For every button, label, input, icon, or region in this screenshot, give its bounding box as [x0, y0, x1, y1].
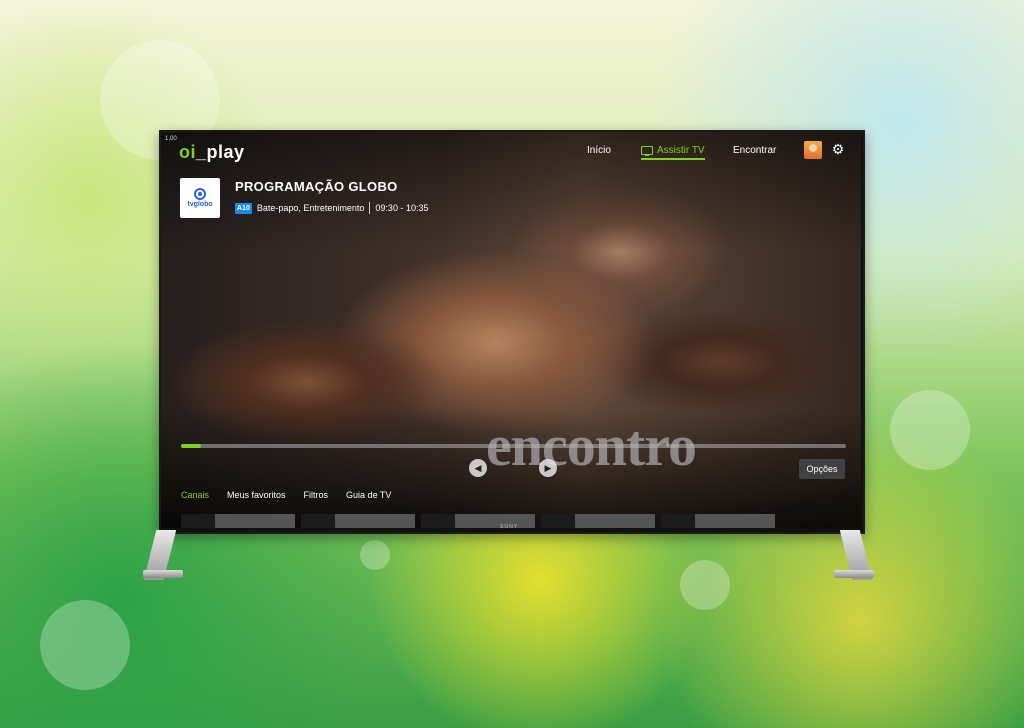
- thumbnail-image: [455, 514, 535, 528]
- tab-canais[interactable]: Canais: [181, 490, 209, 500]
- program-title: PROGRAMAÇÃO GLOBO: [235, 179, 398, 194]
- previous-button[interactable]: ◀: [469, 459, 487, 477]
- corner-tag: 1.00: [165, 136, 177, 142]
- program-genres: Bate-papo, Entretenimento: [256, 203, 365, 213]
- thumbnail-logo: [661, 514, 695, 528]
- bokeh-circle: [890, 390, 970, 470]
- globe-icon: [194, 188, 206, 200]
- logo-suffix: _play: [196, 142, 245, 162]
- tv-stand-base-right: [834, 570, 874, 578]
- progress-fill: [181, 444, 201, 448]
- options-button[interactable]: Opções: [799, 459, 845, 479]
- nav-assistir-tv-label: Assistir TV: [657, 145, 705, 156]
- channel-thumbnail[interactable]: [181, 514, 295, 528]
- bottom-tabs: Canais Meus favoritos Filtros Guia de TV: [181, 490, 391, 500]
- logo-prefix: oi: [179, 142, 196, 162]
- channel-thumbnail[interactable]: [541, 514, 655, 528]
- tv-screen: encontro 1.00 oi_play Início Assistir TV…: [161, 132, 861, 528]
- thumbnail-image: [335, 514, 415, 528]
- tab-meus-favoritos[interactable]: Meus favoritos: [227, 490, 286, 500]
- channel-logo: tvglobo: [180, 178, 220, 218]
- channel-thumbnail[interactable]: [301, 514, 415, 528]
- program-time: 09:30 - 10:35: [375, 203, 429, 213]
- program-meta: A10 Bate-papo, Entretenimento 09:30 - 10…: [235, 202, 428, 214]
- bokeh-circle: [360, 540, 390, 570]
- channel-thumbnails: [181, 514, 775, 528]
- television: encontro 1.00 oi_play Início Assistir TV…: [159, 130, 865, 534]
- thumbnail-image: [215, 514, 295, 528]
- thumbnail-image: [695, 514, 775, 528]
- thumbnail-logo: [421, 514, 455, 528]
- gear-icon[interactable]: ⚙: [830, 141, 846, 157]
- top-bar: 1.00 oi_play Início Assistir TV Encontra…: [161, 132, 861, 172]
- nav-inicio[interactable]: Início: [587, 145, 611, 156]
- thumbnail-logo: [541, 514, 575, 528]
- channel-thumbnail[interactable]: [661, 514, 775, 528]
- nav-assistir-tv[interactable]: Assistir TV: [641, 145, 705, 160]
- progress-bar[interactable]: [181, 444, 846, 448]
- bokeh-circle: [680, 560, 730, 610]
- tab-filtros[interactable]: Filtros: [304, 490, 329, 500]
- rating-badge: A10: [235, 202, 252, 214]
- tv-stand-base-left: [143, 570, 183, 578]
- thumbnail-logo: [181, 514, 215, 528]
- tab-guia-de-tv[interactable]: Guia de TV: [346, 490, 391, 500]
- avatar[interactable]: [804, 141, 822, 159]
- oi-play-logo[interactable]: oi_play: [179, 142, 245, 163]
- tv-icon: [641, 146, 653, 156]
- thumbnail-image: [575, 514, 655, 528]
- bokeh-circle: [40, 600, 130, 690]
- thumbnail-logo: [301, 514, 335, 528]
- meta-divider: [369, 202, 371, 214]
- next-button[interactable]: ▶: [539, 459, 557, 477]
- channel-logo-text: tvglobo: [187, 201, 213, 208]
- nav-encontrar[interactable]: Encontrar: [733, 145, 776, 156]
- tv-brand: SONY: [500, 524, 519, 530]
